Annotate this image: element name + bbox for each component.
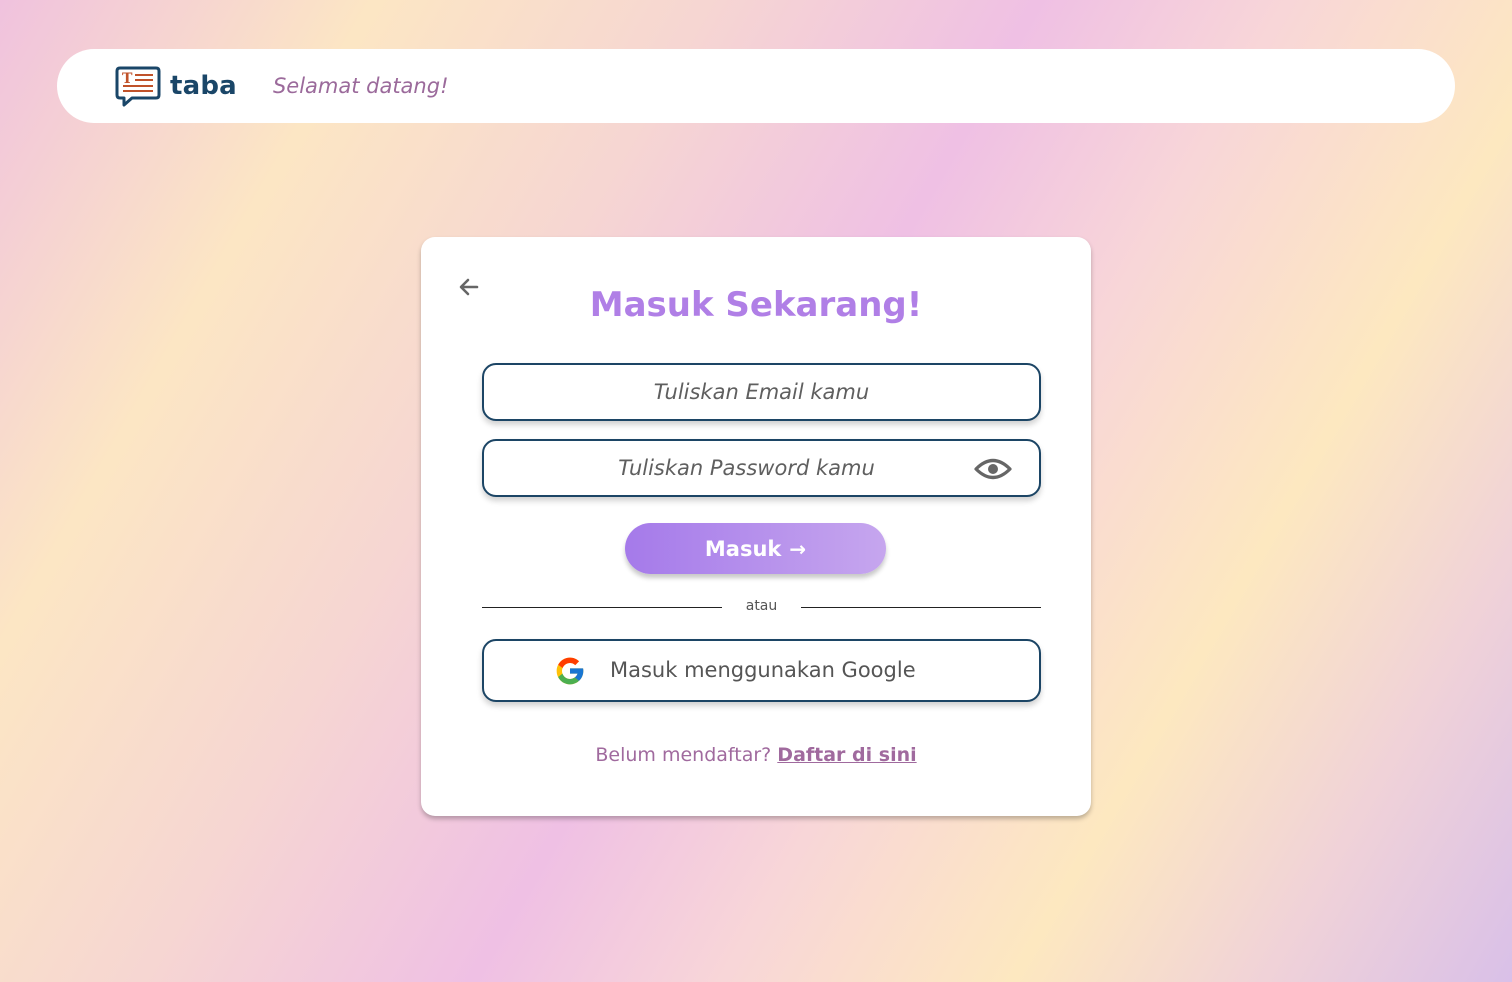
password-field-wrapper: [482, 439, 1041, 497]
email-field-wrapper: [482, 363, 1041, 421]
password-input[interactable]: [484, 441, 1039, 495]
chat-document-icon: T: [115, 66, 161, 107]
welcome-message: Selamat datang!: [272, 74, 449, 98]
google-login-button[interactable]: Masuk menggunakan Google: [482, 639, 1041, 702]
brand-logo[interactable]: T taba: [115, 63, 237, 109]
email-input[interactable]: [484, 365, 1039, 419]
login-submit-button[interactable]: Masuk →: [625, 523, 886, 574]
register-prompt-text: Belum mendaftar?: [595, 744, 772, 766]
eye-icon[interactable]: [973, 454, 1013, 484]
register-prompt: Belum mendaftar? Daftar di sini: [421, 744, 1091, 766]
register-link[interactable]: Daftar di sini: [777, 744, 916, 766]
logo-letter: T: [122, 71, 133, 87]
google-login-label: Masuk menggunakan Google: [610, 658, 916, 682]
brand-name: taba: [170, 71, 237, 101]
login-submit-label: Masuk: [704, 536, 782, 561]
google-icon: [556, 657, 584, 685]
divider-left: [482, 607, 722, 608]
arrow-right-icon: →: [789, 536, 807, 561]
divider-text: atau: [745, 598, 778, 614]
login-card: Masuk Sekarang! Masuk → atau Masuk mengg…: [421, 237, 1091, 816]
page-title: Masuk Sekarang!: [589, 285, 923, 325]
divider-right: [801, 607, 1041, 608]
top-navbar: T taba Selamat datang!: [57, 49, 1455, 123]
